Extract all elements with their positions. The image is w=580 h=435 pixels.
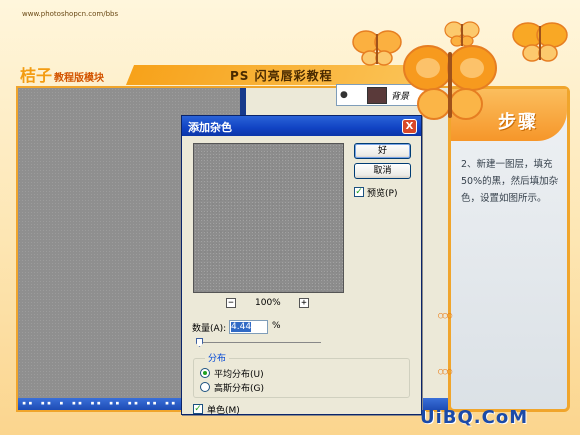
zoom-level: 100% [255,298,281,308]
monochromatic-label[interactable]: 单色(M) [207,403,240,416]
amount-slider-track[interactable] [196,342,321,343]
butterfly-icon [352,30,402,66]
tutorial-title: PS 闪亮唇彩教程 [230,69,333,83]
radio-gaussian[interactable] [200,382,210,392]
logo-sub: 教程版模块 [54,73,105,84]
amount-value: 4.44 [231,322,252,332]
butterfly-icon [512,22,568,62]
dialog-title: 添加杂色 [188,121,232,134]
logo-main: 桔子 [20,66,53,85]
distribution-title: 分布 [205,351,230,364]
cancel-button[interactable]: 取消 [354,163,411,179]
layer-thumbnail [367,87,387,104]
orange-dots-decoration: ○○○ [438,367,452,377]
zoom-out-button[interactable]: − [226,298,236,308]
add-noise-dialog: 添加杂色 X − 100% + 好 取消 ✓ 预览(P) 数量(A): 4.44… [181,115,422,416]
uniform-label[interactable]: 平均分布(U) [214,367,264,380]
zoom-in-button[interactable]: + [299,298,309,308]
butterfly-icon [403,45,497,120]
preview-image[interactable] [193,143,344,293]
step-header: 步骤 [498,112,538,133]
ok-button[interactable]: 好 [354,143,411,159]
site-url: www.photoshopcn.com/bbs [22,10,119,18]
preview-checkbox[interactable]: ✓ [354,187,364,197]
dialog-titlebar[interactable]: 添加杂色 X [182,116,421,136]
radio-uniform[interactable] [200,368,210,378]
amount-input[interactable]: 4.44 [229,320,268,334]
amount-label: 数量(A): [192,324,227,334]
site-logo: 桔子 教程版模块 [20,62,104,86]
gaussian-label[interactable]: 高斯分布(G) [214,381,264,394]
preview-label[interactable]: 预览(P) [367,186,397,199]
amount-unit: % [272,321,281,331]
watermark: UiBQ.CoM [420,407,529,428]
amount-slider-handle[interactable] [196,338,203,347]
eye-icon[interactable]: ● [340,90,348,100]
orange-dots-decoration: ○○○ [438,311,452,321]
taskbar-icons[interactable]: ▪▪ ▪▪ ▪ ▪▪ ▪▪ ▪▪ ▪▪ ▪▪ ▪▪ ▪▪ [22,399,196,407]
monochromatic-checkbox[interactable]: ✓ [193,404,203,414]
step-description: 2、新建一图层，填充50%的黑，然后填加杂色，设置如图所示。 [461,159,559,204]
